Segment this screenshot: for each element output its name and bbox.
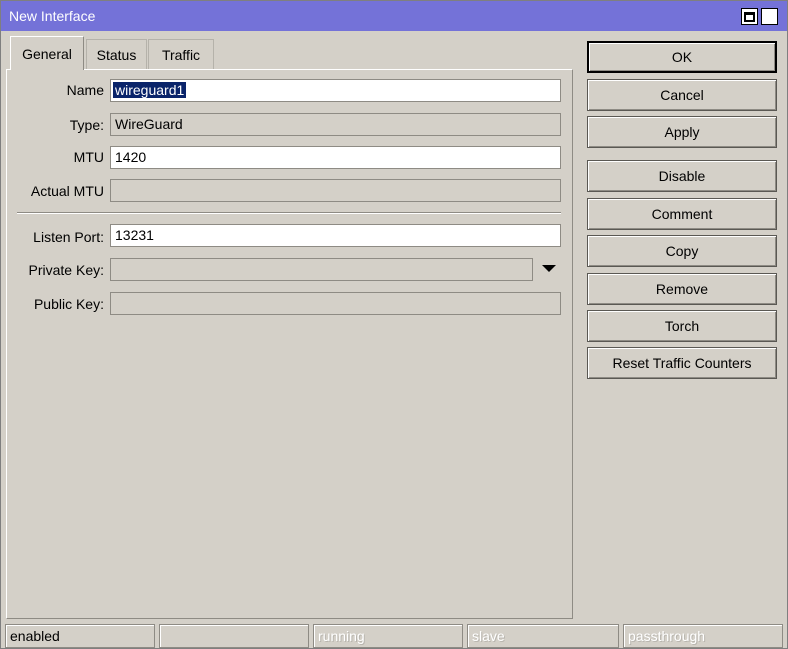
maximize-button[interactable]	[741, 8, 758, 25]
tab-traffic[interactable]: Traffic	[148, 39, 214, 69]
torch-button[interactable]: Torch	[587, 310, 777, 342]
comment-button[interactable]: Comment	[587, 198, 777, 230]
apply-button[interactable]: Apply	[587, 116, 777, 148]
status-slave: slave	[467, 624, 619, 648]
general-tab-panel	[6, 69, 573, 619]
status-running: running	[313, 624, 463, 648]
status-bar: enabled running slave passthrough	[1, 622, 787, 649]
cancel-button[interactable]: Cancel	[587, 79, 777, 111]
tab-general[interactable]: General	[10, 36, 84, 70]
disable-button[interactable]: Disable	[587, 160, 777, 192]
copy-button[interactable]: Copy	[587, 235, 777, 267]
status-empty	[159, 624, 309, 648]
new-interface-window: New Interface ✕ General Status Traffic N…	[0, 0, 788, 649]
status-enabled: enabled	[5, 624, 155, 648]
tab-status[interactable]: Status	[86, 39, 147, 69]
title-bar[interactable]: New Interface ✕	[1, 1, 787, 31]
close-icon: ✕	[763, 7, 776, 25]
ok-button[interactable]: OK	[587, 41, 777, 73]
maximize-icon	[744, 11, 755, 22]
close-button[interactable]: ✕	[761, 8, 778, 25]
reset-traffic-counters-button[interactable]: Reset Traffic Counters	[587, 347, 777, 379]
status-passthrough: passthrough	[623, 624, 783, 648]
window-title: New Interface	[9, 8, 96, 24]
remove-button[interactable]: Remove	[587, 273, 777, 305]
